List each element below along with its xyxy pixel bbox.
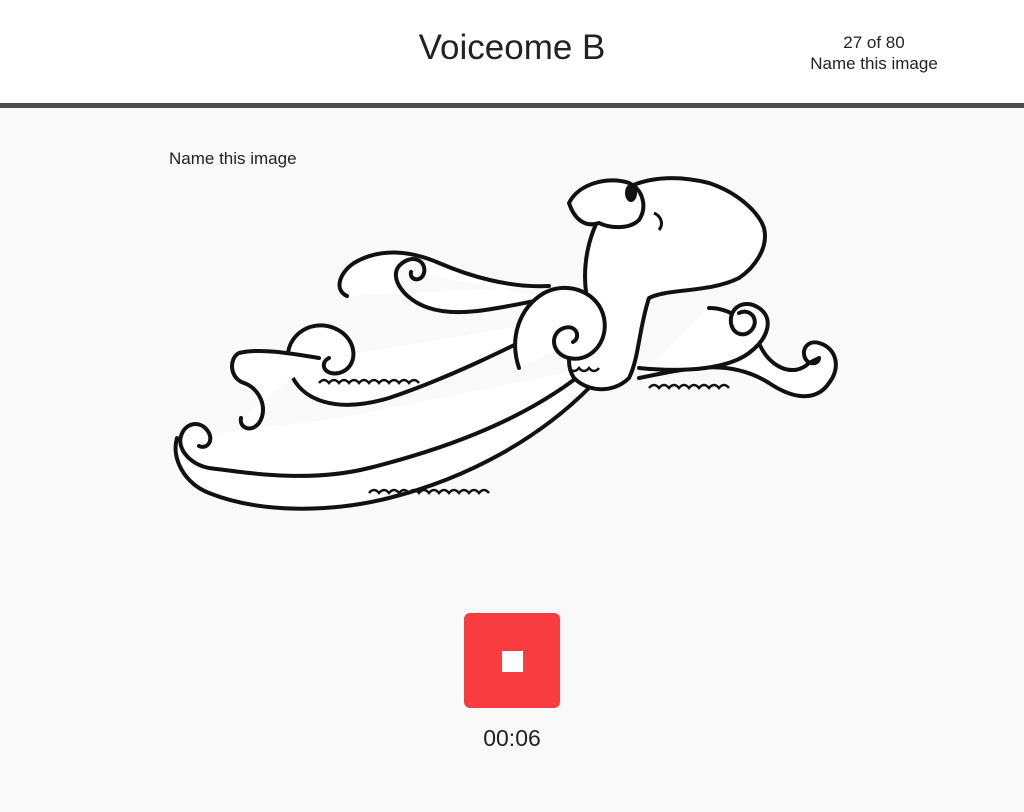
recording-timer: 00:06 (483, 725, 541, 751)
task-prompt: Name this image (169, 149, 297, 168)
octopus-illustration (173, 176, 838, 511)
stop-icon (502, 651, 523, 672)
tentacle-upper-left (337, 250, 551, 315)
stimulus-image (169, 168, 859, 538)
task-progress: 27 of 80 Name this image (790, 32, 958, 74)
progress-count: 27 of 80 (843, 33, 905, 52)
task-name: Name this image (810, 54, 938, 73)
stop-recording-button[interactable] (464, 613, 560, 708)
octopus-eye (625, 184, 637, 202)
header: Voiceome B 27 of 80 Name this image (0, 0, 1024, 108)
